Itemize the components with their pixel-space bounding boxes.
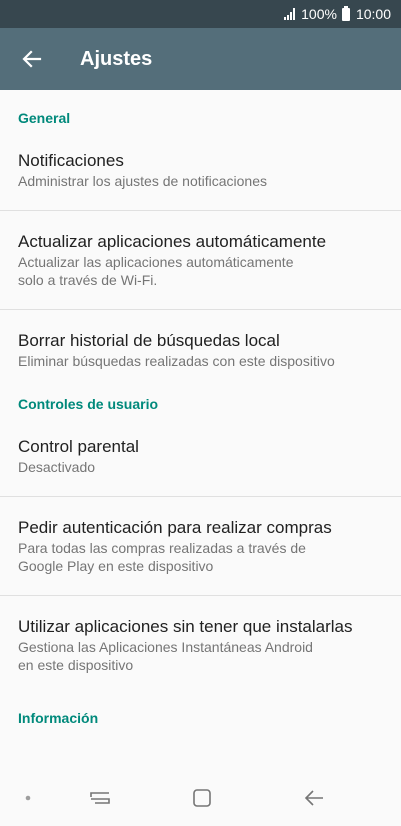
nav-back-icon (304, 790, 323, 806)
setting-parental-control[interactable]: Control parental Desactivado (0, 436, 401, 476)
section-header-user-controls: Controles de usuario (18, 396, 159, 412)
setting-title: Control parental (18, 437, 139, 456)
nav-dot-button[interactable] (20, 784, 36, 812)
recent-apps-button[interactable] (80, 784, 120, 812)
setting-subtitle: Eliminar búsquedas realizadas con este d… (18, 353, 335, 369)
back-button[interactable] (0, 28, 64, 90)
navigation-bar (0, 770, 401, 826)
nav-back-button[interactable] (294, 784, 334, 812)
setting-subtitle-line2: Google Play en este dispositivo (18, 558, 214, 574)
arrow-left-icon (22, 50, 42, 68)
clock: 10:00 (355, 6, 391, 22)
setting-subtitle-line1: Gestiona las Aplicaciones Instantáneas A… (18, 639, 313, 655)
setting-title: Actualizar aplicaciones automáticamente (18, 232, 327, 251)
setting-instant-apps[interactable]: Utilizar aplicaciones sin tener que inst… (0, 616, 401, 674)
battery-icon (341, 5, 350, 21)
settings-list: General Notificaciones Administrar los a… (0, 90, 401, 727)
setting-title: Pedir autenticación para realizar compra… (18, 518, 332, 537)
home-button[interactable] (182, 784, 222, 812)
setting-subtitle: Desactivado (18, 459, 96, 475)
home-icon (193, 789, 211, 807)
setting-notifications[interactable]: Notificaciones Administrar los ajustes d… (0, 150, 401, 190)
setting-subtitle-line1: Actualizar las aplicaciones automáticame… (18, 254, 294, 270)
section-header-general: General (18, 110, 71, 126)
setting-purchase-authentication[interactable]: Pedir autenticación para realizar compra… (0, 517, 401, 575)
setting-subtitle-line2: en este dispositivo (18, 657, 134, 673)
recent-apps-icon (90, 792, 110, 804)
page-title: Ajustes (80, 47, 153, 70)
battery-percent: 100% (301, 6, 337, 22)
setting-title: Utilizar aplicaciones sin tener que inst… (18, 617, 353, 636)
dot-icon (25, 795, 31, 801)
app-bar: Ajustes (0, 28, 401, 90)
setting-subtitle-line1: Para todas las compras realizadas a trav… (18, 540, 306, 556)
setting-subtitle: Administrar los ajustes de notificacione… (18, 173, 268, 189)
setting-clear-search-history[interactable]: Borrar historial de búsquedas local Elim… (0, 330, 401, 370)
status-bar: 100% 10:00 (0, 0, 401, 28)
section-header-info: Información (18, 710, 99, 726)
setting-subtitle-line2: solo a través de Wi-Fi. (18, 272, 158, 288)
signal-icon (284, 8, 296, 20)
setting-auto-update-apps[interactable]: Actualizar aplicaciones automáticamente … (0, 231, 401, 289)
setting-title: Borrar historial de búsquedas local (18, 331, 280, 350)
setting-title: Notificaciones (18, 151, 124, 170)
